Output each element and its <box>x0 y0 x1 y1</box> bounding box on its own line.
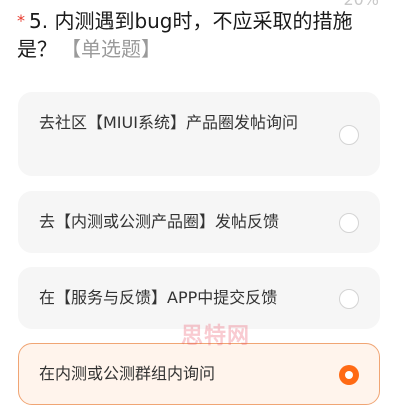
option-label: 去社区【MIUI系统】产品圈发帖询问 <box>39 113 298 132</box>
question-type-tag: 【单选题】 <box>61 37 161 61</box>
option-d[interactable]: 在内测或公测群组内询问 <box>18 343 380 405</box>
watermark: 思特网 <box>181 324 251 349</box>
radio-button[interactable] <box>339 289 359 309</box>
option-a[interactable]: 去社区【MIUI系统】产品圈发帖询问 <box>18 92 380 176</box>
option-b[interactable]: 去【内测或公测产品圈】发帖反馈 <box>18 191 380 253</box>
radio-button[interactable] <box>339 213 359 233</box>
radio-button-selected[interactable] <box>339 365 359 385</box>
option-label: 在内测或公测群组内询问 <box>39 364 216 383</box>
option-label: 在【服务与反馈】APP中提交反馈 <box>39 288 278 307</box>
option-label: 去【内测或公测产品圈】发帖反馈 <box>39 212 280 231</box>
question-title: * 5. 内测遇到bug时，不应采取的措施是？ 【单选题】 <box>17 7 379 63</box>
required-mark: * <box>17 11 25 30</box>
radio-button[interactable] <box>339 125 359 145</box>
